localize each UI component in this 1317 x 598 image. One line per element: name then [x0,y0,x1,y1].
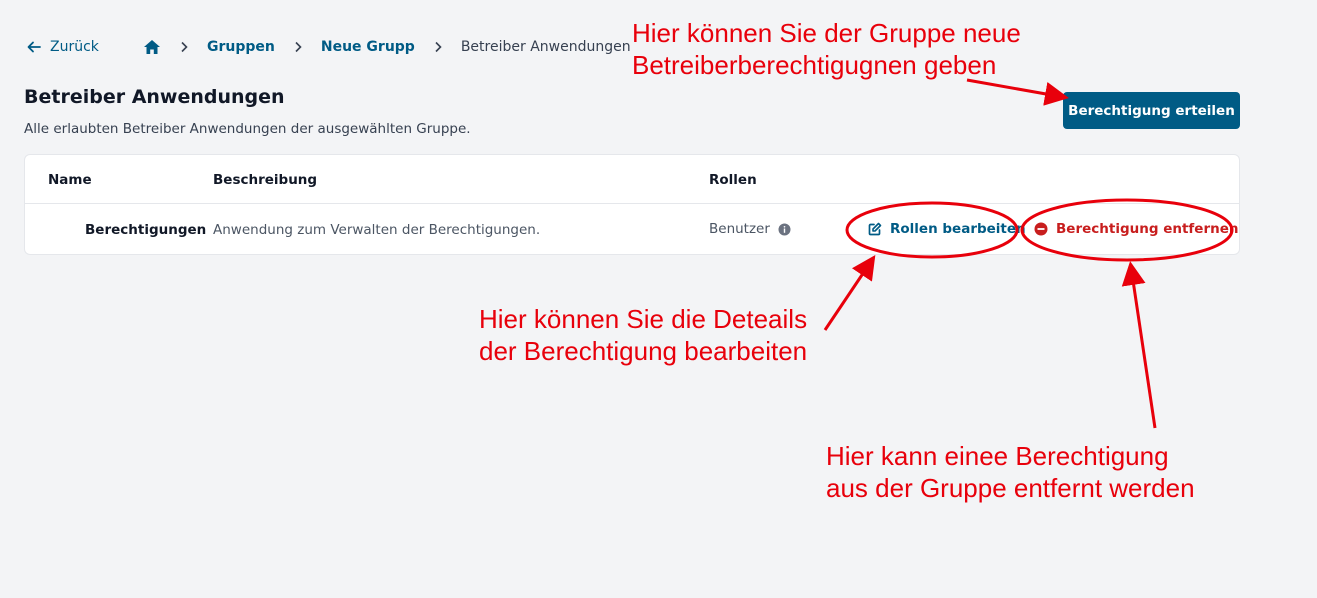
role-label: Benutzer [709,221,770,237]
info-icon[interactable] [778,223,791,236]
annotation-grant: Hier können Sie der Gruppe neue Betreibe… [632,17,1021,81]
page-title: Betreiber Anwendungen [24,86,285,108]
annotation-grant-line-2: Betreiberberechtigugnen geben [632,50,997,80]
back-link[interactable]: Zurück [26,39,99,55]
chevron-right-icon [161,41,207,53]
annotation-arrow-edit [823,255,876,331]
applications-table: Name Beschreibung Rollen Berechtigungen … [24,154,1240,255]
annotation-remove-line-2: aus der Gruppe entfernt werden [826,473,1195,503]
annotation-remove-line-1: Hier kann einee Berechtigung [826,441,1169,471]
chevron-right-icon [275,41,321,53]
column-header-name: Name [48,172,92,188]
minus-circle-icon [1034,222,1048,236]
breadcrumb: Gruppen Neue Grupp Betreiber Anwendungen [143,39,631,55]
row-roles: Benutzer [709,221,791,237]
edit-roles-button[interactable]: Rollen bearbeiten [868,221,1026,237]
breadcrumb-current: Betreiber Anwendungen [460,39,631,55]
annotation-remove: Hier kann einee Berechtigung aus der Gru… [826,440,1195,504]
breadcrumb-neue-grupp[interactable]: Neue Grupp [321,39,415,55]
annotation-arrow-grant [966,78,1069,106]
remove-permission-label: Berechtigung entfernen [1056,221,1239,237]
annotation-edit: Hier können Sie die Deteails der Berecht… [479,303,807,367]
breadcrumb-gruppen[interactable]: Gruppen [207,39,275,55]
annotation-arrow-remove [1121,261,1157,429]
chevron-right-icon [415,41,461,53]
row-name: Berechtigungen [85,222,207,238]
edit-roles-label: Rollen bearbeiten [890,221,1026,237]
annotation-edit-line-1: Hier können Sie die Deteails [479,304,808,334]
remove-permission-button[interactable]: Berechtigung entfernen [1034,221,1239,237]
row-description: Anwendung zum Verwalten der Berechtigung… [213,222,541,238]
page-subtitle: Alle erlaubten Betreiber Anwendungen der… [24,121,471,137]
grant-permission-button[interactable]: Berechtigung erteilen [1063,92,1240,129]
top-navigation: Zurück Gruppen Neue Grupp Betreiber Anwe… [26,36,631,58]
column-header-roles: Rollen [709,172,757,188]
table-row: Berechtigungen Anwendung zum Verwalten d… [25,204,1239,255]
arrow-left-icon [27,41,41,53]
edit-icon [868,222,882,236]
table-header: Name Beschreibung Rollen [25,155,1239,204]
back-label: Zurück [50,39,99,55]
column-header-description: Beschreibung [213,172,318,188]
home-icon[interactable] [143,39,161,55]
annotation-edit-line-2: der Berechtigung bearbeiten [479,336,808,366]
annotation-grant-line-1: Hier können Sie der Gruppe neue [632,18,1021,48]
